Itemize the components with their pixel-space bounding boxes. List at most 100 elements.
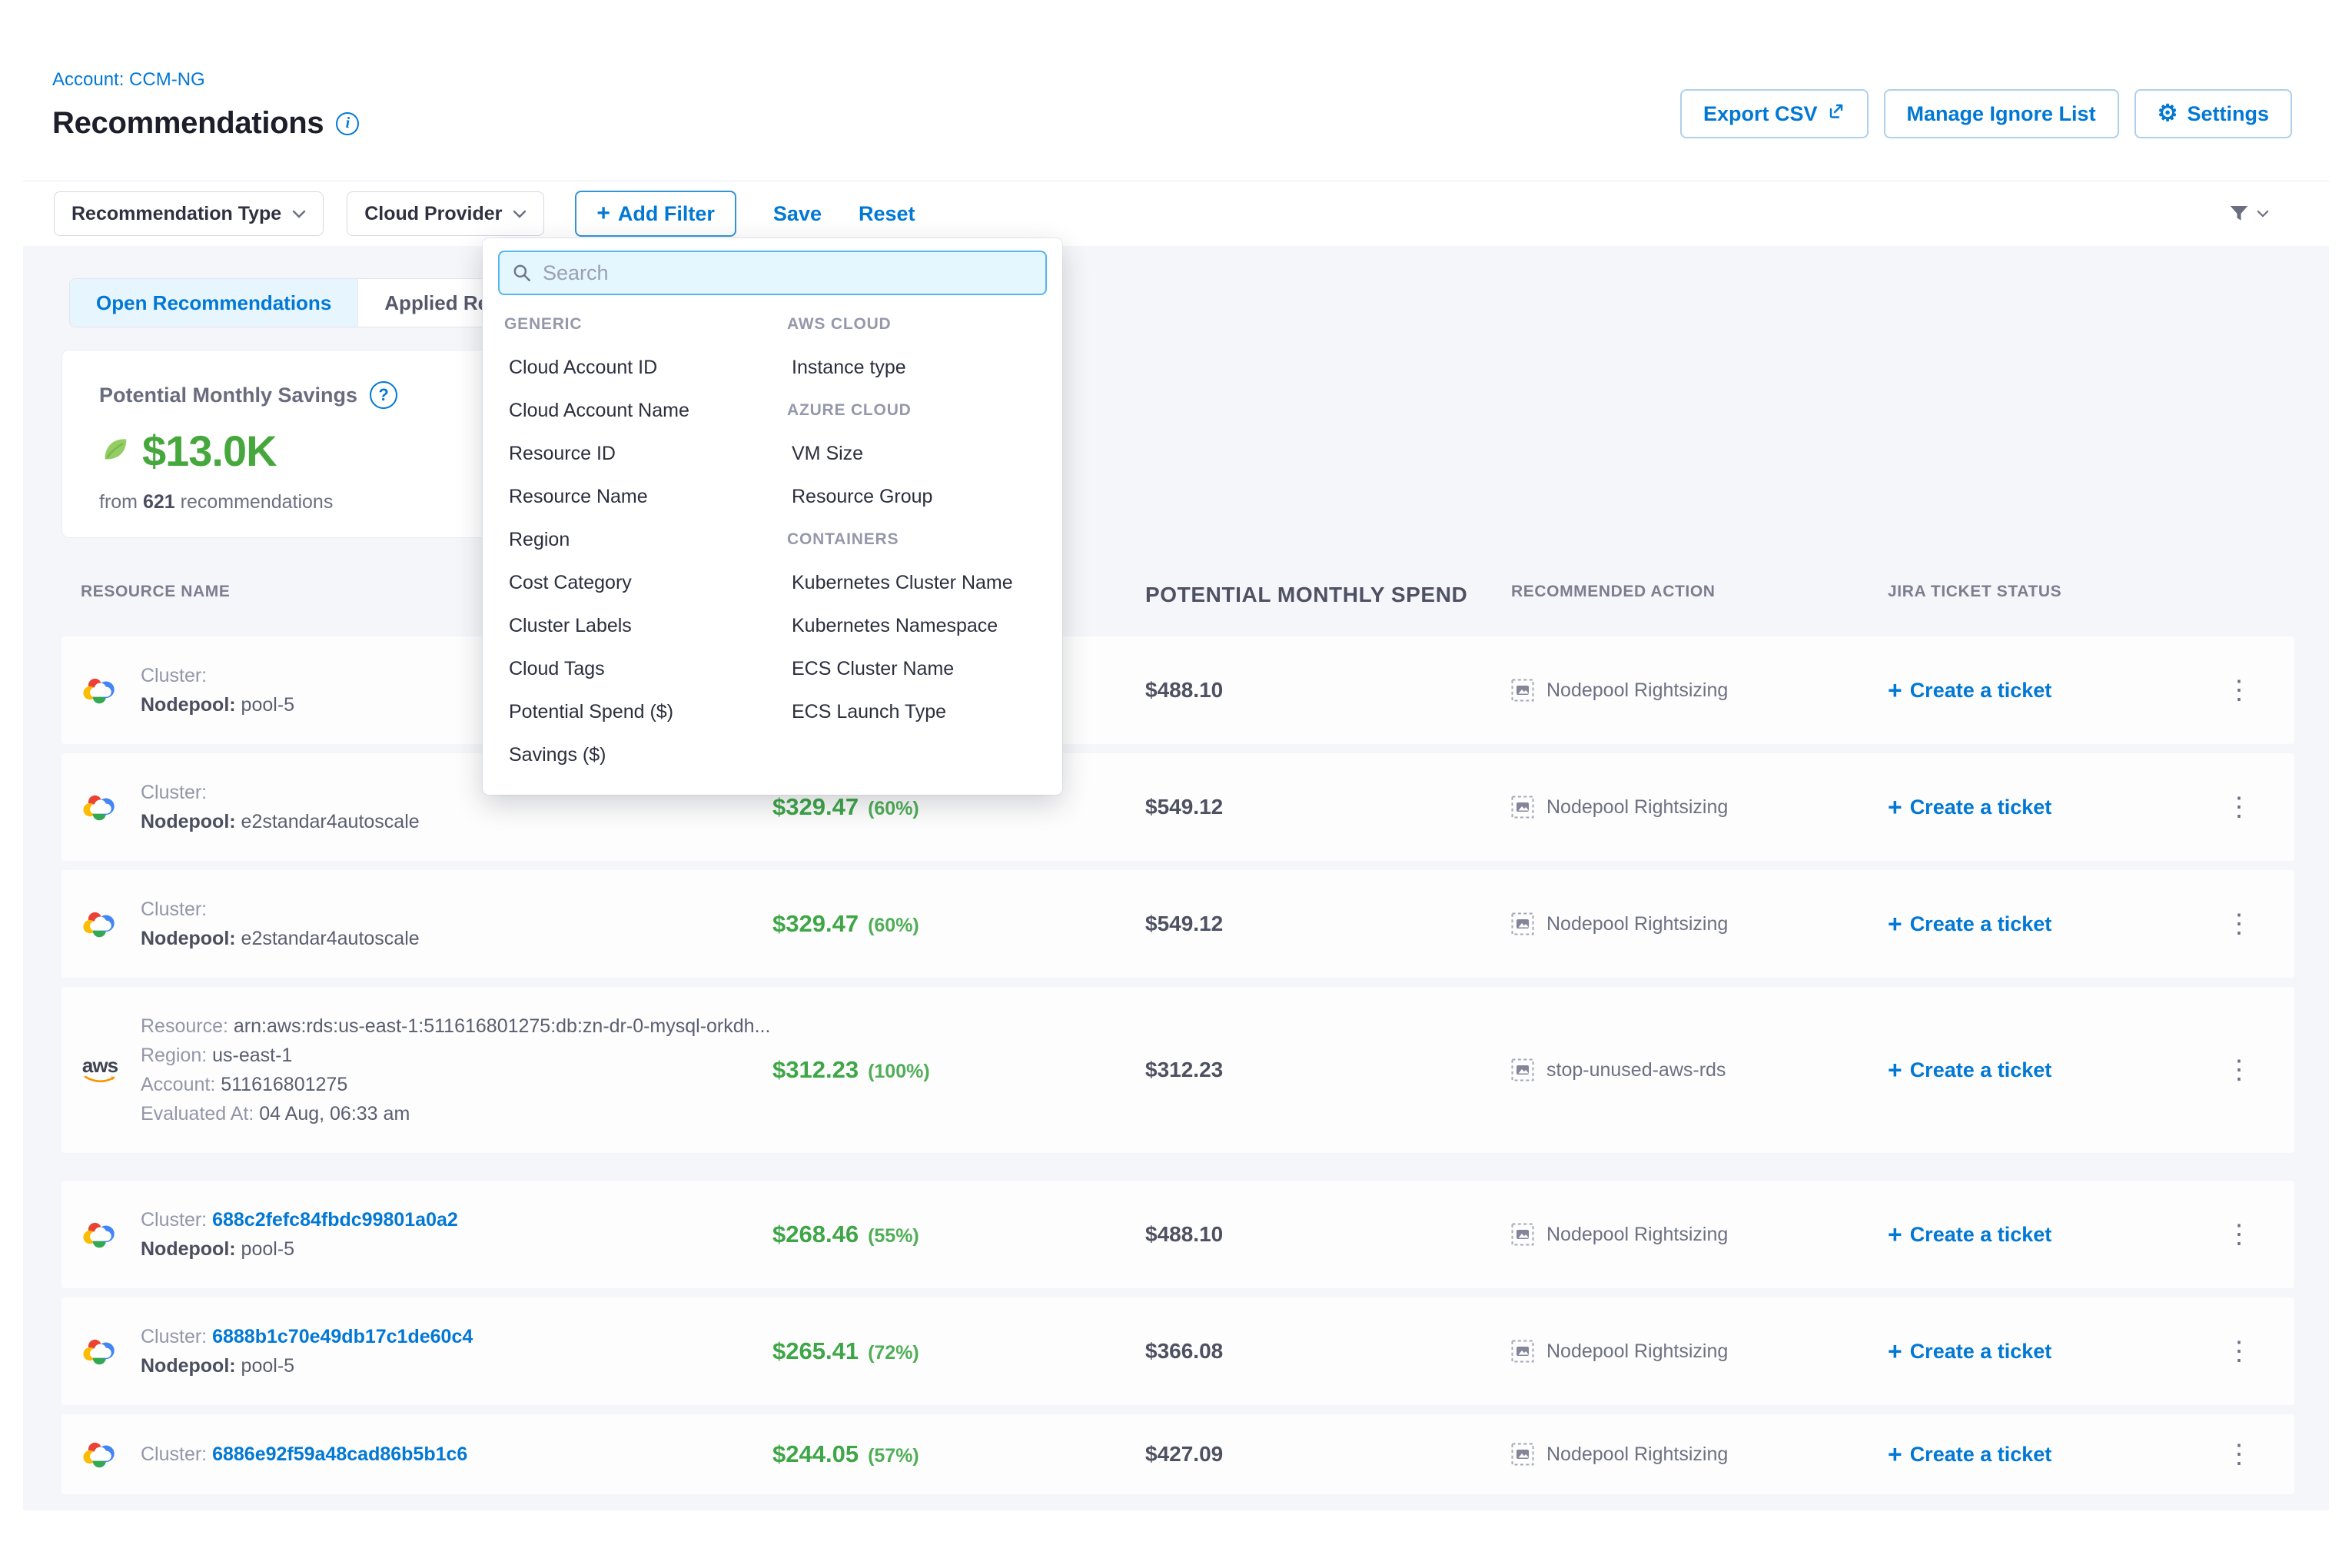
- resource-label: Cluster:: [141, 665, 207, 686]
- help-icon[interactable]: ?: [370, 381, 397, 409]
- info-icon[interactable]: i: [336, 112, 359, 135]
- filter-panel-toggle[interactable]: [2227, 202, 2269, 225]
- recommendation-count: 621: [143, 491, 175, 513]
- table-row[interactable]: Cluster: 688c2fefc84fbdc99801a0a2Nodepoo…: [61, 1181, 2294, 1288]
- resource-label: Cluster:: [141, 1326, 207, 1347]
- plus-icon: +: [1888, 1442, 1902, 1467]
- resource-label: Nodepool:: [141, 811, 236, 832]
- cluster-link[interactable]: 688c2fefc84fbdc99801a0a2: [212, 1209, 458, 1231]
- table-rows: Cluster: Nodepool: pool-5 $488.10 Nodepo…: [61, 636, 2294, 1494]
- create-ticket-button[interactable]: +Create a ticket: [1888, 1442, 2051, 1467]
- savings-card-title: Potential Monthly Savings: [99, 384, 357, 407]
- redacted-value: [212, 674, 420, 682]
- kebab-menu-icon[interactable]: ⋮: [2218, 1220, 2260, 1249]
- filter-section-header: AZURE CLOUD: [781, 389, 1042, 432]
- recommendation-type-icon: [1511, 796, 1534, 819]
- page-header: Account: CCM-NG Recommendations i Export…: [23, 0, 2329, 181]
- filter-option[interactable]: Cloud Account Name: [498, 389, 781, 432]
- filter-section-header: CONTAINERS: [781, 518, 1042, 561]
- savings-percent: (72%): [868, 1342, 919, 1364]
- chevron-down-icon: [292, 210, 306, 218]
- create-ticket-button[interactable]: +Create a ticket: [1888, 912, 2051, 936]
- resource-label: Cluster:: [141, 1443, 207, 1465]
- col-recommended-action: RECOMMENDED ACTION: [1499, 583, 1875, 607]
- table-row[interactable]: Cluster: 6888b1c70e49db17c1de60c4Nodepoo…: [61, 1297, 2294, 1405]
- plus-icon: +: [1888, 678, 1902, 703]
- redacted-value: [212, 791, 420, 799]
- filter-search[interactable]: [498, 251, 1047, 295]
- recommendation-type-filter-chip[interactable]: Recommendation Type: [54, 191, 324, 236]
- table-row[interactable]: Cluster: Nodepool: e2standar4autoscale $…: [61, 870, 2294, 978]
- settings-button[interactable]: ⚙ Settings: [2134, 89, 2292, 138]
- spend-amount: $488.10: [1138, 678, 1499, 703]
- create-ticket-button[interactable]: +Create a ticket: [1888, 1058, 2051, 1082]
- create-ticket-button[interactable]: +Create a ticket: [1888, 795, 2051, 819]
- recommendations-content: Open Recommendations Applied Recommendat…: [23, 246, 2329, 1510]
- filter-search-input[interactable]: [543, 261, 1033, 285]
- create-ticket-button[interactable]: +Create a ticket: [1888, 678, 2051, 703]
- page-title: Recommendations: [52, 106, 324, 141]
- filter-option[interactable]: Region: [498, 518, 781, 561]
- filter-option[interactable]: ECS Launch Type: [781, 690, 1042, 733]
- savings-subtitle: from 621 recommendations: [99, 491, 491, 513]
- resource-value: us-east-1: [212, 1045, 292, 1066]
- filter-option[interactable]: VM Size: [781, 432, 1042, 475]
- cluster-link[interactable]: 6888b1c70e49db17c1de60c4: [212, 1326, 473, 1347]
- table-row[interactable]: aws Resource: arn:aws:rds:us-east-1:5116…: [61, 987, 2294, 1153]
- kebab-menu-icon[interactable]: ⋮: [2218, 1440, 2260, 1469]
- filter-option[interactable]: Resource ID: [498, 432, 781, 475]
- add-filter-dropdown: GENERICCloud Account IDCloud Account Nam…: [483, 238, 1062, 795]
- filter-option[interactable]: Kubernetes Namespace: [781, 604, 1042, 647]
- resource-value: arn:aws:rds:us-east-1:511616801275:db:zn…: [234, 1015, 771, 1037]
- add-filter-button[interactable]: + Add Filter: [575, 191, 736, 237]
- recommended-action-label: Nodepool Rightsizing: [1546, 679, 1728, 702]
- filter-options-column: GENERICCloud Account IDCloud Account Nam…: [498, 303, 781, 776]
- cloud-provider-filter-chip[interactable]: Cloud Provider: [347, 191, 544, 236]
- tab-open-recommendations[interactable]: Open Recommendations: [70, 279, 357, 327]
- chevron-down-icon: [513, 210, 527, 218]
- table-row[interactable]: Cluster: Nodepool: e2standar4autoscale $…: [61, 753, 2294, 861]
- resource-label: Resource:: [141, 1015, 228, 1037]
- filter-option[interactable]: Cloud Tags: [498, 647, 781, 690]
- filter-option[interactable]: Savings ($): [498, 733, 781, 776]
- kebab-menu-icon[interactable]: ⋮: [2218, 1055, 2260, 1085]
- resource-value: pool-5: [241, 694, 295, 716]
- table-row[interactable]: Cluster: 6886e92f59a48cad86b5b1c6 $244.0…: [61, 1414, 2294, 1494]
- kebab-menu-icon[interactable]: ⋮: [2218, 676, 2260, 705]
- kebab-menu-icon[interactable]: ⋮: [2218, 792, 2260, 822]
- filter-option[interactable]: Instance type: [781, 346, 1042, 389]
- create-ticket-button[interactable]: +Create a ticket: [1888, 1339, 2051, 1364]
- filter-option[interactable]: Potential Spend ($): [498, 690, 781, 733]
- plus-icon: +: [1888, 1222, 1902, 1247]
- savings-amount: $329.47: [772, 910, 859, 937]
- savings-amount: $244.05: [772, 1440, 859, 1467]
- recommended-action-label: Nodepool Rightsizing: [1546, 1443, 1728, 1466]
- filter-option[interactable]: Kubernetes Cluster Name: [781, 561, 1042, 604]
- recommendation-type-icon: [1511, 679, 1534, 702]
- resource-label: Cluster:: [141, 899, 207, 920]
- resource-value: pool-5: [241, 1238, 295, 1260]
- filter-option[interactable]: Resource Name: [498, 475, 781, 518]
- export-csv-button[interactable]: Export CSV: [1680, 89, 1869, 138]
- plus-icon: +: [596, 202, 610, 225]
- cluster-link[interactable]: 6886e92f59a48cad86b5b1c6: [212, 1443, 467, 1465]
- table-header: RESOURCE NAME POTENTIAL MONTHLY SPEND RE…: [61, 583, 2294, 607]
- create-ticket-button[interactable]: +Create a ticket: [1888, 1222, 2051, 1247]
- filter-option[interactable]: Resource Group: [781, 475, 1042, 518]
- account-breadcrumb[interactable]: Account: CCM-NG: [52, 69, 205, 91]
- filter-option[interactable]: Cost Category: [498, 561, 781, 604]
- recommendation-type-icon: [1511, 1443, 1534, 1466]
- filter-option[interactable]: Cloud Account ID: [498, 346, 781, 389]
- savings-amount: $268.46: [772, 1221, 859, 1247]
- reset-filter-button[interactable]: Reset: [859, 202, 915, 226]
- save-filter-button[interactable]: Save: [773, 202, 822, 226]
- resource-value: e2standar4autoscale: [241, 928, 420, 949]
- kebab-menu-icon[interactable]: ⋮: [2218, 909, 2260, 938]
- recommendations-page: Account: CCM-NG Recommendations i Export…: [0, 0, 2352, 1568]
- filter-option[interactable]: Cluster Labels: [498, 604, 781, 647]
- kebab-menu-icon[interactable]: ⋮: [2218, 1337, 2260, 1366]
- table-row[interactable]: Cluster: Nodepool: pool-5 $488.10 Nodepo…: [61, 636, 2294, 744]
- manage-ignore-list-button[interactable]: Manage Ignore List: [1884, 89, 2119, 138]
- plus-icon: +: [1888, 795, 1902, 819]
- filter-option[interactable]: ECS Cluster Name: [781, 647, 1042, 690]
